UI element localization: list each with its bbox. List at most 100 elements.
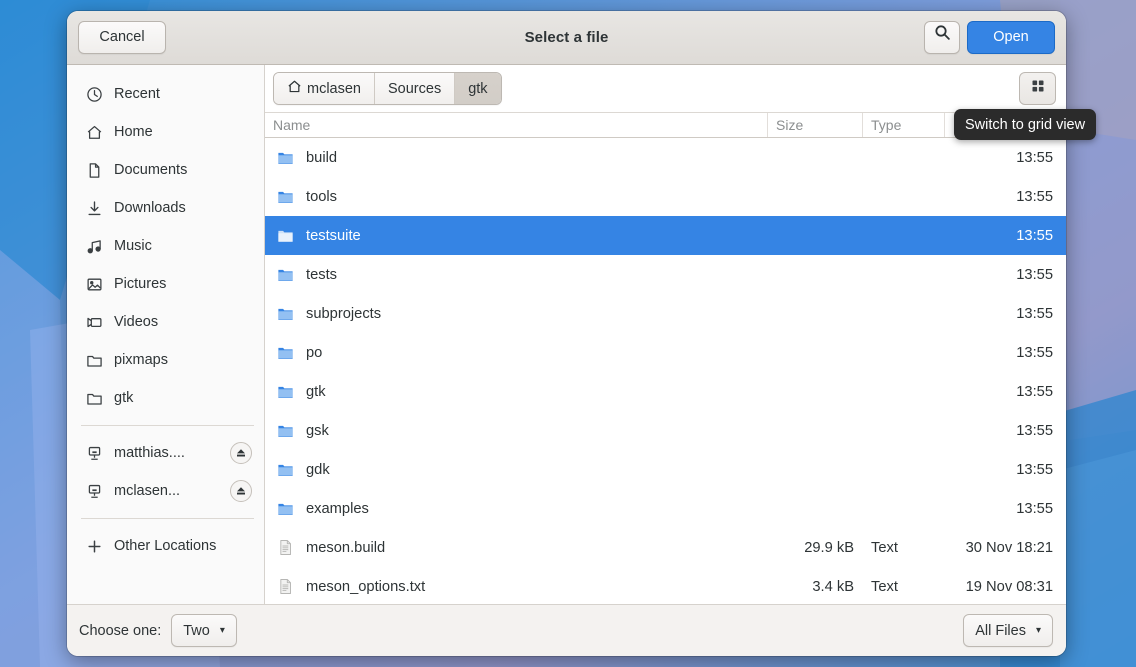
header-actions: Open	[924, 21, 1055, 54]
document-icon	[85, 161, 103, 179]
sidebar-item-documents[interactable]: Documents	[67, 151, 264, 189]
file-row[interactable]: build 13:55	[265, 138, 1066, 177]
file-row[interactable]: tools13:55	[265, 177, 1066, 216]
file-list[interactable]: build13:55 tools13:55 testsuite13:55 tes…	[265, 138, 1066, 604]
folder-icon	[277, 422, 294, 439]
home-icon	[287, 79, 302, 98]
sidebar-item-downloads[interactable]: Downloads	[67, 189, 264, 227]
file-name-label: testsuite	[306, 228, 361, 244]
file-modified-cell: 13:55	[945, 345, 1066, 361]
breadcrumb-label: mclasen	[307, 81, 361, 97]
path-bar-row: mclasen Sources gtk	[265, 65, 1066, 112]
sidebar-item-label: Downloads	[114, 200, 252, 216]
file-row[interactable]: examples 13:55	[265, 489, 1066, 528]
open-button[interactable]: Open	[967, 21, 1055, 54]
sidebar-item-volume-matthias[interactable]: matthias....	[67, 434, 264, 472]
file-name-label: po	[306, 345, 322, 361]
breadcrumb-label: Sources	[388, 81, 441, 97]
folder-icon	[277, 227, 294, 244]
breadcrumb-item-mclasen[interactable]: mclasen	[274, 73, 375, 104]
file-row[interactable]: subprojects13:55	[265, 294, 1066, 333]
choose-one-dropdown[interactable]: Two ▾	[171, 614, 237, 647]
file-name-label: gtk	[306, 384, 326, 400]
column-header-name[interactable]: Name	[265, 113, 768, 137]
file-type-cell: Text	[863, 540, 945, 556]
chevron-down-icon: ▾	[1036, 626, 1041, 636]
file-name-cell: gdk	[265, 461, 768, 478]
file-filter-dropdown[interactable]: All Files ▾	[963, 614, 1053, 647]
grid-view-toggle-button[interactable]	[1019, 72, 1056, 105]
breadcrumb: mclasen Sources gtk	[273, 72, 502, 105]
sidebar-item-videos[interactable]: Videos	[67, 303, 264, 341]
sidebar-item-recent[interactable]: Recent	[67, 75, 264, 113]
dialog-body: Recent Home Documents	[67, 65, 1066, 604]
places-sidebar: Recent Home Documents	[67, 65, 265, 604]
file-row[interactable]: meson.build29.9 kBText30 Nov 18:21	[265, 528, 1066, 567]
file-name-cell: testsuite	[265, 227, 768, 244]
clock-icon	[85, 85, 103, 103]
breadcrumb-item-gtk[interactable]: gtk	[455, 73, 500, 104]
sidebar-item-other-locations[interactable]: Other Locations	[67, 527, 264, 565]
folder-icon	[277, 149, 294, 166]
column-header-label: Name	[273, 117, 310, 133]
eject-icon[interactable]	[230, 442, 252, 464]
folder-icon	[277, 500, 294, 517]
plus-icon	[85, 537, 103, 555]
file-size-cell: 29.9 kB	[768, 540, 863, 556]
sidebar-item-label: pixmaps	[114, 352, 252, 368]
sidebar-item-gtk[interactable]: gtk	[67, 379, 264, 417]
file-modified-cell: 13:55	[945, 384, 1066, 400]
column-header-size[interactable]: Size	[768, 113, 863, 137]
file-name-cell: tests	[265, 266, 768, 283]
file-row[interactable]: gsk13:55	[265, 411, 1066, 450]
tooltip-switch-to-grid-view: Switch to grid view	[954, 109, 1096, 140]
sidebar-item-music[interactable]: Music	[67, 227, 264, 265]
sidebar-item-label: Home	[114, 124, 252, 140]
sidebar-divider	[81, 425, 254, 426]
search-button[interactable]	[924, 21, 960, 54]
file-modified-cell: 13:55	[945, 150, 1066, 166]
file-list-column-headers: Name Size Type Modified ▾	[265, 112, 1066, 138]
file-name-label: tools	[306, 189, 337, 205]
cancel-button[interactable]: Cancel	[78, 21, 166, 54]
folder-icon	[85, 389, 103, 407]
file-modified-cell: 13:55	[945, 462, 1066, 478]
file-row[interactable]: gtk 13:55	[265, 372, 1066, 411]
file-name-label: build	[306, 150, 337, 166]
file-size-cell: 3.4 kB	[768, 579, 863, 595]
file-modified-cell: 13:55	[945, 306, 1066, 322]
column-header-type[interactable]: Type	[863, 113, 945, 137]
file-browser-pane: mclasen Sources gtk	[265, 65, 1066, 604]
folder-icon	[277, 305, 294, 322]
file-name-cell: meson.build	[265, 539, 768, 556]
file-row[interactable]: testsuite13:55	[265, 216, 1066, 255]
dialog-header-bar: Cancel Select a file Open	[67, 11, 1066, 65]
choose-one-label: Choose one:	[79, 623, 161, 639]
folder-icon	[277, 188, 294, 205]
file-name-cell: examples	[265, 500, 768, 517]
file-modified-cell: 13:55	[945, 501, 1066, 517]
sidebar-item-label: Music	[114, 238, 252, 254]
file-row[interactable]: tests13:55	[265, 255, 1066, 294]
sidebar-item-label: mclasen...	[114, 483, 219, 499]
file-modified-cell: 19 Nov 08:31	[945, 579, 1066, 595]
file-row[interactable]: po 13:55	[265, 333, 1066, 372]
breadcrumb-label: gtk	[468, 81, 487, 97]
home-icon	[85, 123, 103, 141]
sidebar-item-volume-mclasen[interactable]: mclasen...	[67, 472, 264, 510]
breadcrumb-item-sources[interactable]: Sources	[375, 73, 455, 104]
file-name-cell: gtk	[265, 383, 768, 400]
folder-icon	[277, 344, 294, 361]
file-name-label: meson.build	[306, 540, 385, 556]
file-name-cell: build	[265, 149, 768, 166]
file-row[interactable]: meson_options.txt3.4 kBText19 Nov 08:31	[265, 567, 1066, 604]
sidebar-item-pixmaps[interactable]: pixmaps	[67, 341, 264, 379]
file-filter-value: All Files	[975, 623, 1026, 639]
sidebar-item-label: Pictures	[114, 276, 252, 292]
file-row[interactable]: gdk 13:55	[265, 450, 1066, 489]
sidebar-item-home[interactable]: Home	[67, 113, 264, 151]
sidebar-item-pictures[interactable]: Pictures	[67, 265, 264, 303]
file-type-cell: Text	[863, 579, 945, 595]
file-name-cell: meson_options.txt	[265, 578, 768, 595]
eject-icon[interactable]	[230, 480, 252, 502]
